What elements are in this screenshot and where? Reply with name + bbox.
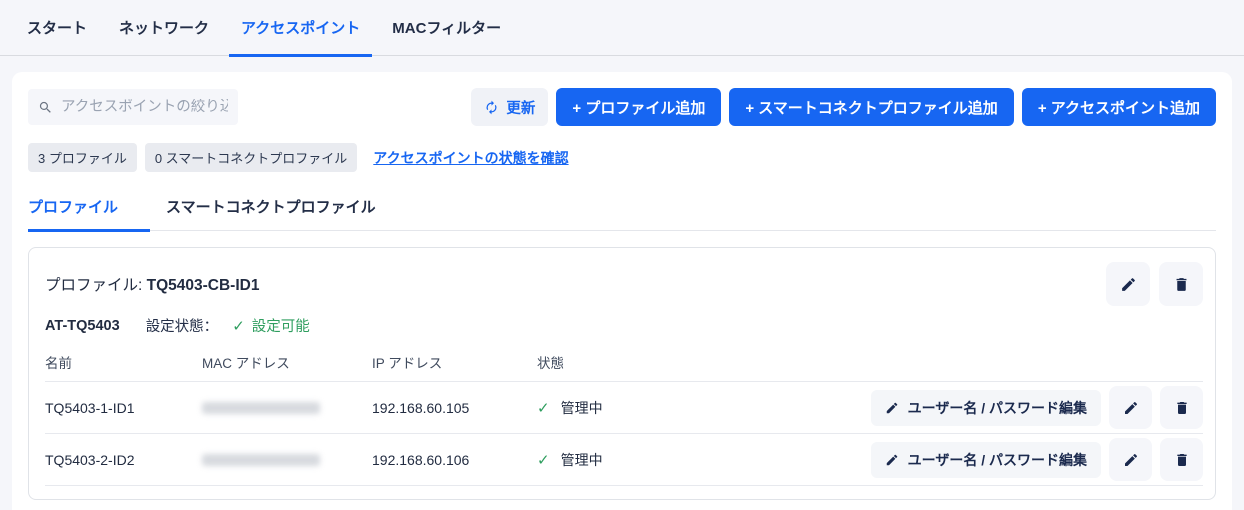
- refresh-button[interactable]: 更新: [471, 88, 548, 126]
- row-actions: ユーザー名 / パスワード編集: [871, 386, 1203, 429]
- profile-count-badge: 3 プロファイル: [28, 143, 137, 172]
- edit-icon: [1123, 400, 1139, 416]
- ap-status: ✓ 管理中: [537, 450, 871, 470]
- profile-status-line: AT-TQ5403 設定状態： ✓ 設定可能: [45, 315, 1203, 336]
- delete-icon: [1174, 400, 1190, 416]
- search-icon: [38, 100, 53, 115]
- search-input[interactable]: [61, 99, 228, 115]
- ap-ip: 192.168.60.105: [372, 400, 537, 416]
- device-model: AT-TQ5403: [45, 318, 120, 334]
- check-icon: ✓: [537, 451, 550, 469]
- ap-status: ✓ 管理中: [537, 398, 871, 418]
- profile-card-title: プロファイル: TQ5403-CB-ID1: [45, 273, 259, 295]
- toolbar: 更新 + プロファイル追加 + スマートコネクトプロファイル追加 + アクセスポ…: [28, 88, 1216, 126]
- config-state-label: 設定状態：: [146, 315, 219, 336]
- col-ip: IP アドレス: [372, 352, 537, 372]
- sub-tab-bar: プロファイル スマートコネクトプロファイル: [28, 196, 1216, 231]
- profile-title-value: TQ5403-CB-ID1: [147, 277, 260, 294]
- smart-connect-count-badge: 0 スマートコネクトプロファイル: [145, 143, 357, 172]
- col-mac: MAC アドレス: [202, 352, 372, 372]
- edit-ap-button[interactable]: [1109, 438, 1152, 481]
- edit-icon: [885, 401, 899, 415]
- row-actions: ユーザー名 / パスワード編集: [871, 438, 1203, 481]
- tab-access-point[interactable]: アクセスポイント: [229, 0, 372, 57]
- profile-card: プロファイル: TQ5403-CB-ID1: [28, 247, 1216, 500]
- subtab-profile[interactable]: プロファイル: [28, 196, 150, 232]
- ap-name: TQ5403-2-ID2: [45, 452, 202, 468]
- edit-icon: [1123, 452, 1139, 468]
- config-state-value-wrap: ✓ 設定可能: [232, 315, 310, 336]
- edit-icon: [1120, 276, 1137, 293]
- refresh-label: 更新: [506, 97, 535, 118]
- edit-ap-button[interactable]: [1109, 386, 1152, 429]
- delete-icon: [1173, 276, 1190, 293]
- col-status: 状態: [537, 352, 1203, 372]
- edit-profile-button[interactable]: [1106, 262, 1150, 306]
- toolbar-buttons: 更新 + プロファイル追加 + スマートコネクトプロファイル追加 + アクセスポ…: [471, 88, 1216, 126]
- mac-address-redacted: [202, 454, 320, 466]
- ap-table-header: 名前 MAC アドレス IP アドレス 状態: [45, 342, 1203, 382]
- table-row: TQ5403-2-ID2 192.168.60.106 ✓ 管理中 ユーザー名 …: [45, 434, 1203, 486]
- tab-start[interactable]: スタート: [15, 0, 99, 57]
- edit-icon: [885, 453, 899, 467]
- ap-status-label: 管理中: [561, 450, 603, 470]
- delete-ap-button[interactable]: [1160, 438, 1203, 481]
- profile-card-actions: [1106, 262, 1203, 306]
- profile-card-header: プロファイル: TQ5403-CB-ID1: [45, 262, 1203, 306]
- check-icon: ✓: [232, 317, 245, 335]
- add-profile-button[interactable]: + プロファイル追加: [556, 88, 721, 126]
- add-smart-connect-profile-button[interactable]: + スマートコネクトプロファイル追加: [729, 88, 1013, 126]
- check-ap-status-link[interactable]: アクセスポイントの状態を確認: [373, 148, 568, 168]
- summary-row: 3 プロファイル 0 スマートコネクトプロファイル アクセスポイントの状態を確認: [28, 143, 1216, 172]
- ap-status-label: 管理中: [561, 398, 603, 418]
- tab-mac-filter[interactable]: MACフィルター: [380, 0, 513, 57]
- add-access-point-button[interactable]: + アクセスポイント追加: [1022, 88, 1216, 126]
- ap-ip: 192.168.60.106: [372, 452, 537, 468]
- check-icon: ✓: [537, 399, 550, 417]
- edit-credentials-label: ユーザー名 / パスワード編集: [908, 398, 1087, 418]
- edit-credentials-label: ユーザー名 / パスワード編集: [908, 450, 1087, 470]
- content-panel: 更新 + プロファイル追加 + スマートコネクトプロファイル追加 + アクセスポ…: [12, 72, 1232, 510]
- delete-profile-button[interactable]: [1159, 262, 1203, 306]
- edit-credentials-button[interactable]: ユーザー名 / パスワード編集: [871, 390, 1101, 426]
- search-box[interactable]: [28, 89, 238, 125]
- edit-credentials-button[interactable]: ユーザー名 / パスワード編集: [871, 442, 1101, 478]
- profile-title-label: プロファイル:: [45, 277, 142, 294]
- mac-address-redacted: [202, 402, 320, 414]
- delete-icon: [1174, 452, 1190, 468]
- tab-network[interactable]: ネットワーク: [107, 0, 221, 57]
- subtab-smart-connect-profile[interactable]: スマートコネクトプロファイル: [166, 196, 408, 232]
- access-point-page: スタート ネットワーク アクセスポイント MACフィルター 更新 + プロファイ: [0, 0, 1244, 510]
- config-state-value: 設定可能: [252, 315, 310, 336]
- ap-name: TQ5403-1-ID1: [45, 400, 202, 416]
- refresh-icon: [484, 100, 499, 115]
- col-name: 名前: [45, 352, 202, 372]
- top-tab-bar: スタート ネットワーク アクセスポイント MACフィルター: [0, 0, 1244, 56]
- delete-ap-button[interactable]: [1160, 386, 1203, 429]
- table-row: TQ5403-1-ID1 192.168.60.105 ✓ 管理中 ユーザー名 …: [45, 382, 1203, 434]
